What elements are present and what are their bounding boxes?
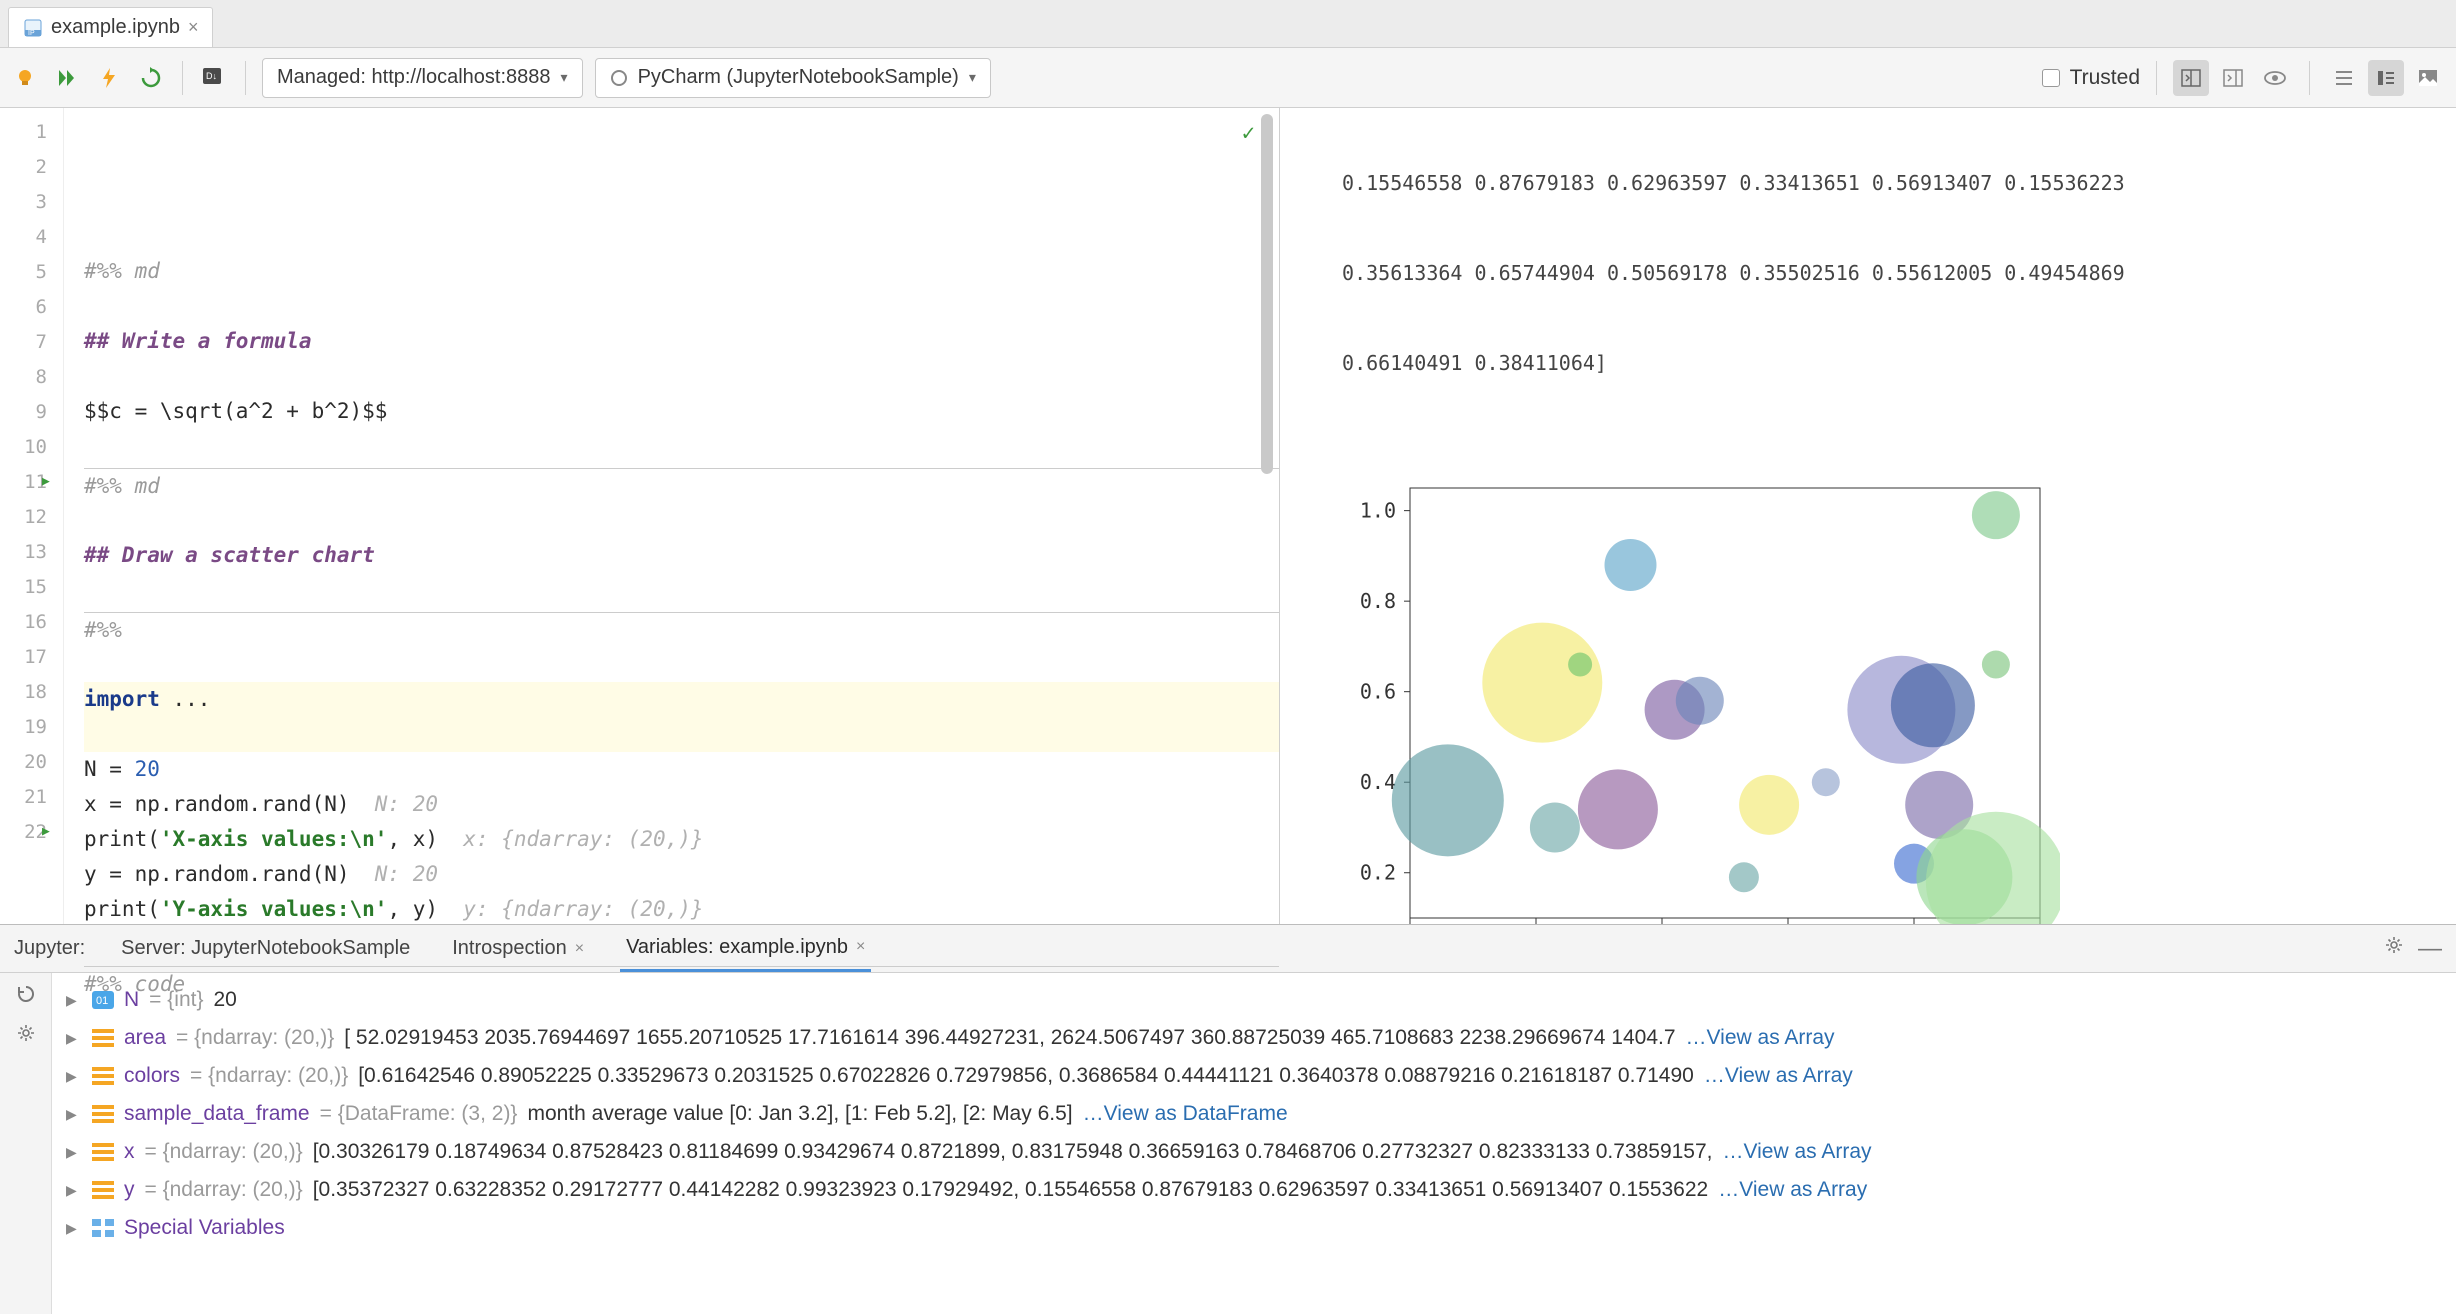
code-line[interactable]: [84, 359, 1279, 394]
svg-text:0.6: 0.6: [1360, 680, 1396, 704]
code-line[interactable]: $$c = \sqrt(a^2 + b^2)$$: [84, 394, 1279, 429]
chevron-down-icon: ▾: [561, 69, 568, 86]
svg-text:0.2: 0.2: [1360, 861, 1396, 885]
code-line[interactable]: [84, 429, 1279, 464]
scrollbar[interactable]: [1259, 114, 1275, 514]
code-line[interactable]: N = 20: [84, 752, 1279, 787]
output-text: 0.15546558 0.87679183 0.62963597 0.33413…: [1330, 108, 2438, 438]
interpreter-label: PyCharm (JupyterNotebookSample): [638, 66, 959, 89]
scatter-chart: 0.00.20.40.60.81.00.20.40.60.81.0: [1330, 478, 2438, 924]
code-line[interactable]: [84, 573, 1279, 608]
code-line[interactable]: [84, 717, 1279, 752]
run-all-icon[interactable]: [52, 63, 82, 93]
file-tabs: IP example.ipynb ×: [0, 0, 2456, 48]
server-dropdown[interactable]: Managed: http://localhost:8888 ▾: [262, 58, 583, 98]
data-icon[interactable]: D↓: [199, 63, 229, 93]
circle-icon: [610, 69, 628, 87]
trusted-label: Trusted: [2070, 66, 2140, 90]
bulb-icon[interactable]: [10, 63, 40, 93]
view-list-icon[interactable]: [2326, 60, 2362, 96]
variables-list[interactable]: ▶01 N = {int} 20▶ area = {ndarray: (20,)…: [52, 973, 2456, 1314]
output-preview: 0.15546558 0.87679183 0.62963597 0.33413…: [1280, 108, 2456, 924]
notebook-toolbar: D↓ Managed: http://localhost:8888 ▾ PyCh…: [0, 48, 2456, 108]
code-line[interactable]: print('X-axis values:\n', x) x: {ndarray…: [84, 822, 1279, 857]
variable-row[interactable]: ▶ area = {ndarray: (20,)} [ 52.02919453 …: [66, 1019, 2442, 1057]
view-detail-icon[interactable]: [2368, 60, 2404, 96]
variable-row[interactable]: ▶ colors = {ndarray: (20,)} [0.61642546 …: [66, 1057, 2442, 1095]
refresh-icon[interactable]: [15, 983, 37, 1005]
close-icon[interactable]: ×: [188, 17, 199, 38]
server-label: Managed: http://localhost:8888: [277, 66, 551, 89]
code-line[interactable]: ## Draw a scatter chart: [84, 538, 1279, 573]
svg-text:0.8: 0.8: [1360, 589, 1396, 613]
restart-icon[interactable]: [136, 63, 166, 93]
checkmark-icon: ✓: [1242, 116, 1255, 151]
code-line[interactable]: #%% md: [84, 468, 1279, 503]
code-line[interactable]: #%% code: [84, 966, 1279, 1001]
chevron-down-icon: ▾: [969, 69, 976, 86]
variable-row[interactable]: ▶ Special Variables: [66, 1209, 2442, 1247]
lightning-icon[interactable]: [94, 63, 124, 93]
code-line[interactable]: [84, 289, 1279, 324]
interpreter-dropdown[interactable]: PyCharm (JupyterNotebookSample) ▾: [595, 58, 991, 98]
code-area[interactable]: ✓ #%% md ## Write a formula $$c = \sqrt(a^…: [64, 108, 1279, 924]
layout-split-icon[interactable]: [2173, 60, 2209, 96]
code-line[interactable]: import ...: [84, 682, 1279, 717]
gear-icon[interactable]: [2384, 935, 2404, 963]
code-line[interactable]: x = np.random.rand(N) N: 20: [84, 787, 1279, 822]
variable-row[interactable]: ▶ y = {ndarray: (20,)} [0.35372327 0.632…: [66, 1171, 2442, 1209]
svg-text:D↓: D↓: [206, 71, 217, 81]
variable-row[interactable]: ▶ x = {ndarray: (20,)} [0.30326179 0.187…: [66, 1133, 2442, 1171]
code-editor[interactable]: 1234567891011▶12131516171819202122▶ ✓ #%…: [0, 108, 1280, 924]
code-line[interactable]: [84, 503, 1279, 538]
code-line[interactable]: [84, 927, 1279, 962]
image-icon[interactable]: [2410, 60, 2446, 96]
svg-text:IP: IP: [28, 30, 35, 37]
variable-row[interactable]: ▶ sample_data_frame = {DataFrame: (3, 2)…: [66, 1095, 2442, 1133]
code-line[interactable]: #%%: [84, 612, 1279, 647]
trusted-toggle[interactable]: Trusted: [2042, 66, 2140, 90]
minimize-icon[interactable]: —: [2418, 935, 2442, 963]
line-gutter: 1234567891011▶12131516171819202122▶: [0, 108, 64, 924]
gear-icon[interactable]: [16, 1023, 36, 1043]
jupyter-label: Jupyter:: [14, 937, 85, 960]
code-line[interactable]: y = np.random.rand(N) N: 20: [84, 857, 1279, 892]
eye-icon[interactable]: [2257, 60, 2293, 96]
file-tab-label: example.ipynb: [51, 16, 180, 39]
checkbox-icon[interactable]: [2042, 69, 2060, 87]
panel-side-toolbar: [0, 973, 52, 1314]
code-line[interactable]: ## Write a formula: [84, 324, 1279, 359]
code-line[interactable]: print('Y-axis values:\n', y) y: {ndarray…: [84, 892, 1279, 927]
svg-text:1.0: 1.0: [1360, 499, 1396, 523]
code-line[interactable]: #%% md: [84, 254, 1279, 289]
layout-right-icon[interactable]: [2215, 60, 2251, 96]
svg-text:0.4: 0.4: [1360, 770, 1396, 794]
file-tab-example[interactable]: IP example.ipynb ×: [8, 7, 213, 47]
code-line[interactable]: [84, 647, 1279, 682]
notebook-icon: IP: [23, 18, 43, 38]
